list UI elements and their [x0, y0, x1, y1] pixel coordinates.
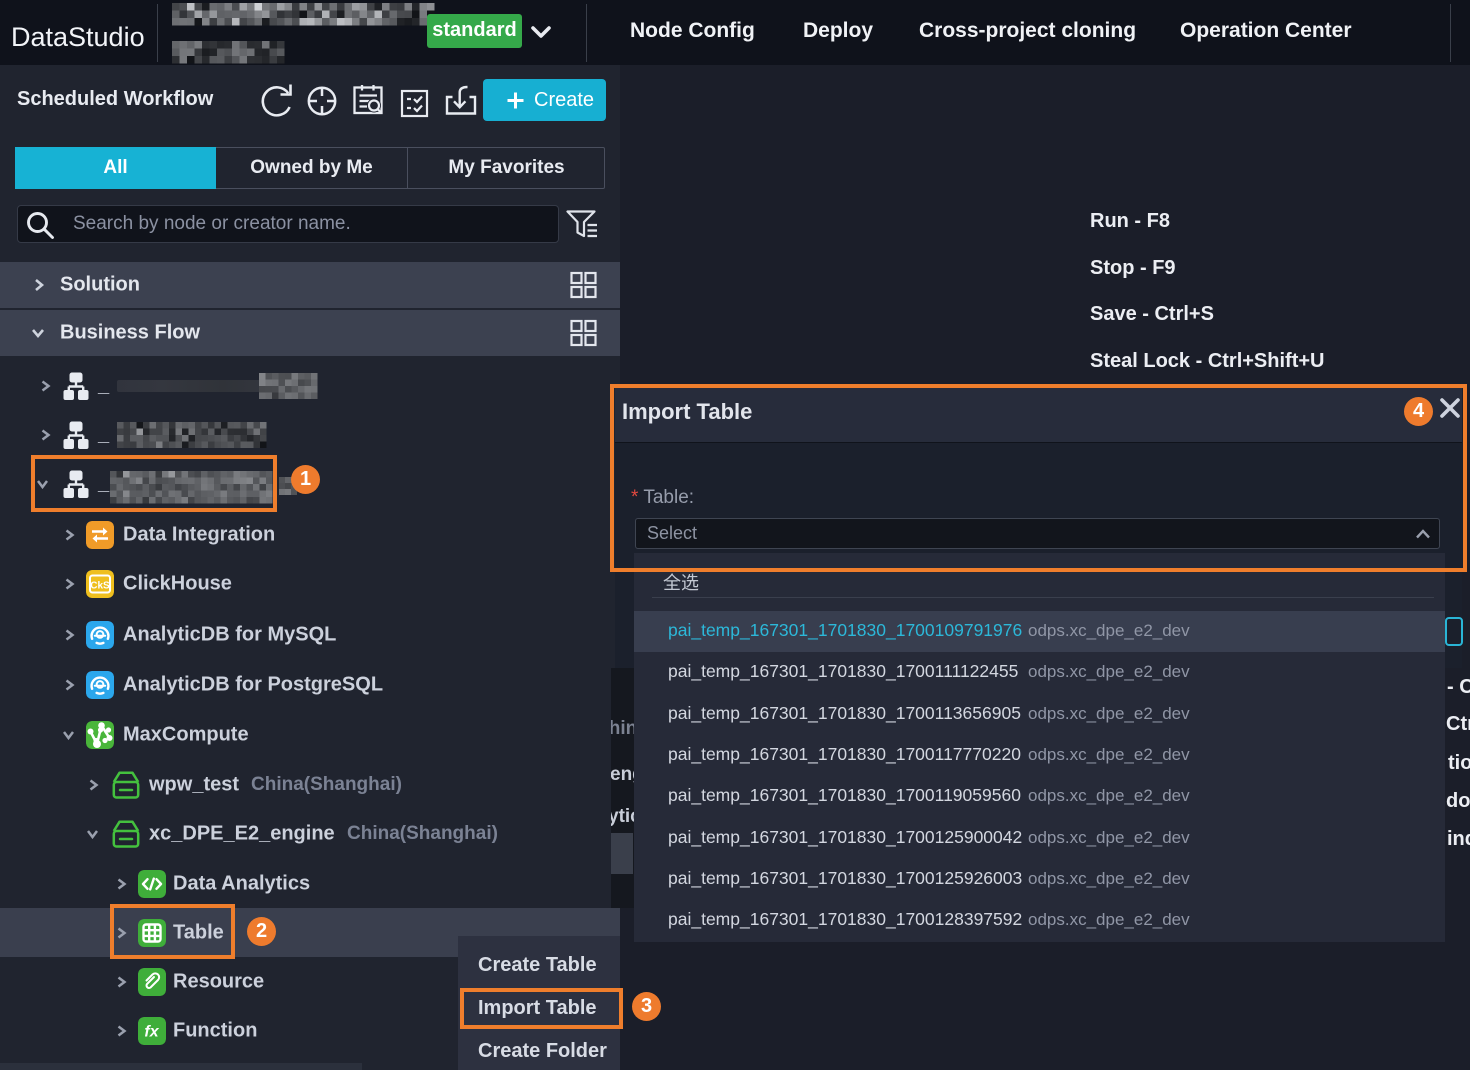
svg-text:CkS: CkS: [90, 580, 110, 591]
svg-text:fx: fx: [144, 1023, 159, 1040]
